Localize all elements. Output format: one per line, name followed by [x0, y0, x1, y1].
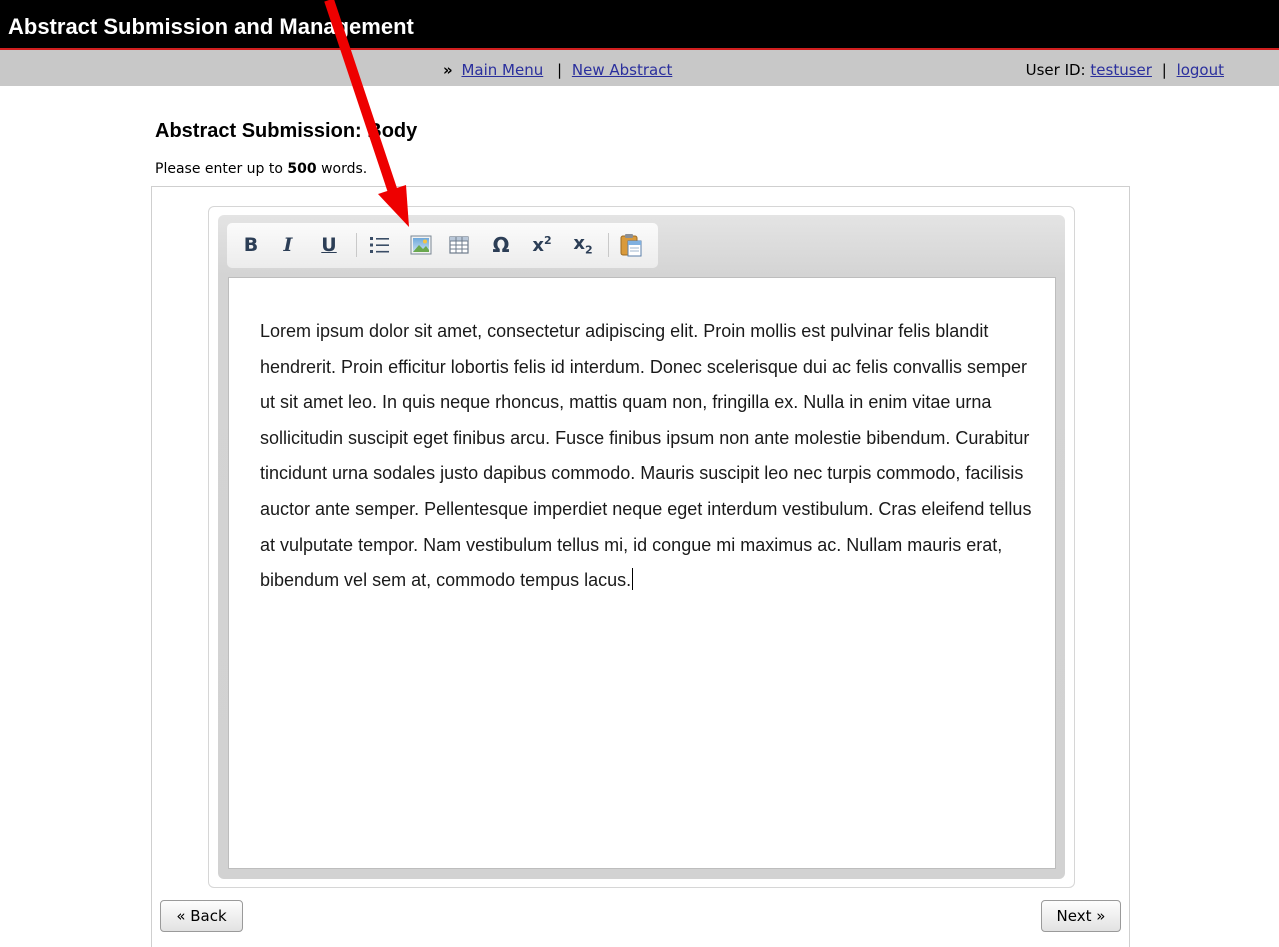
image-icon [410, 235, 432, 255]
bullet-list-icon [370, 237, 389, 253]
word-limit-instruction: Please enter up to 500 words. [155, 161, 367, 177]
next-button[interactable]: Next » [1041, 900, 1121, 932]
word-limit-value: 500 [287, 161, 317, 177]
toolbar-separator [608, 233, 609, 257]
bold-button[interactable]: B [241, 232, 261, 258]
user-info: User ID: testuser | logout [1026, 61, 1224, 79]
new-abstract-link[interactable]: New Abstract [572, 61, 672, 79]
app-window: Abstract Submission and Management » Mai… [0, 0, 1279, 947]
app-header: Abstract Submission and Management [0, 0, 1279, 50]
superscript-button[interactable]: x2 [527, 232, 557, 258]
main-menu-link[interactable]: Main Menu [461, 61, 543, 79]
nav-bar: » Main Menu | New Abstract User ID: test… [0, 50, 1279, 86]
toolbar-separator [356, 233, 357, 257]
insert-table-button[interactable] [447, 232, 471, 258]
nav-separator: | [557, 61, 563, 79]
bullet-list-button[interactable] [368, 232, 392, 258]
special-character-button[interactable]: Ω [486, 232, 516, 258]
italic-button[interactable]: I [279, 232, 297, 258]
text-cursor [632, 568, 634, 591]
editor-toolbar: B I U Ω x2 x2 [227, 223, 658, 268]
editor-text: Lorem ipsum dolor sit amet, consectetur … [260, 314, 1040, 599]
user-id-label: User ID: [1025, 61, 1086, 79]
nav-separator: | [1161, 61, 1167, 79]
subscript-button[interactable]: x2 [568, 232, 598, 258]
app-title: Abstract Submission and Management [8, 14, 414, 39]
instruction-prefix: Please enter up to [155, 161, 288, 177]
underline-icon: U [321, 234, 337, 256]
superscript-icon: x2 [532, 234, 552, 256]
instruction-suffix: words. [316, 161, 368, 177]
italic-icon: I [283, 234, 293, 256]
abstract-body-editor[interactable]: Lorem ipsum dolor sit amet, consectetur … [228, 277, 1056, 869]
abstract-body-text: Lorem ipsum dolor sit amet, consectetur … [260, 321, 1032, 591]
insert-image-button[interactable] [408, 232, 434, 258]
username-link[interactable]: testuser [1090, 61, 1152, 79]
paste-button[interactable] [617, 232, 645, 258]
page-title: Abstract Submission: Body [155, 120, 418, 142]
paste-icon [620, 234, 642, 257]
underline-button[interactable]: U [319, 232, 339, 258]
back-button[interactable]: « Back [160, 900, 243, 932]
nav-links: » Main Menu | New Abstract [443, 61, 672, 79]
bold-icon: B [243, 234, 259, 256]
raquo-icon: » [443, 61, 453, 79]
omega-icon: Ω [492, 233, 510, 257]
table-icon [449, 236, 469, 254]
logout-link[interactable]: logout [1177, 61, 1224, 79]
subscript-icon: x2 [573, 233, 593, 257]
